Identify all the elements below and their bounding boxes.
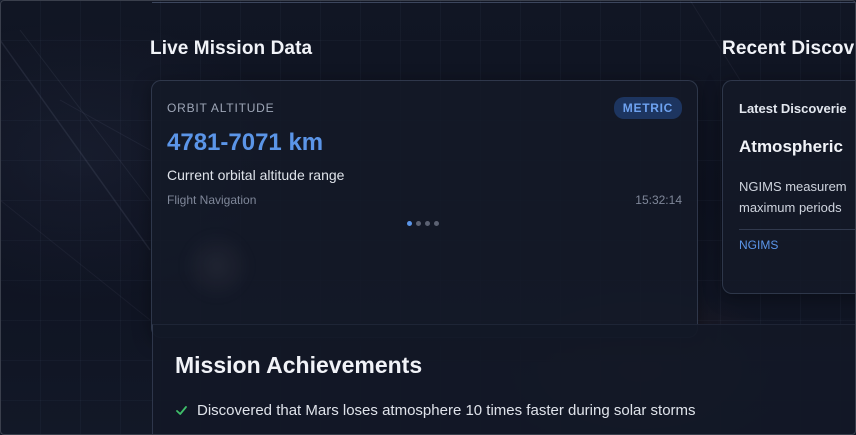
achievements-title: Mission Achievements [175,352,423,378]
carousel-dot[interactable] [425,221,430,226]
mission-achievements-panel: Mission Achievements Discovered that Mar… [152,324,856,435]
latest-discovery-card[interactable]: Latest Discoverie Atmospheric NGIMS meas… [722,80,856,294]
metric-timestamp: 15:32:14 [635,193,682,207]
metric-source: Flight Navigation [167,193,257,207]
check-icon [176,406,187,415]
carousel-dot[interactable] [434,221,439,226]
carousel-dot[interactable] [407,221,412,226]
discovery-heading: Atmospheric [739,137,843,156]
achievement-item: Discovered that Mars loses atmosphere 10… [175,402,696,419]
top-divider [152,2,856,3]
metric-description: Current orbital altitude range [167,167,345,183]
achievement-text: Discovered that Mars loses atmosphere 10… [197,402,696,419]
metric-label: ORBIT ALTITUDE [167,101,275,115]
carousel-indicator [407,221,439,226]
discovery-label: Latest Discoverie [739,101,847,116]
carousel-dot[interactable] [416,221,421,226]
blurred-background-image [182,231,252,301]
metric-value: 4781-7071 km [167,129,324,156]
discovery-text: NGIMS measurem maximum periods [739,176,847,218]
live-mission-data-title: Live Mission Data [150,38,313,59]
discovery-divider [739,229,856,230]
discovery-text-line: NGIMS measurem [739,179,847,194]
orbit-altitude-card[interactable]: ORBIT ALTITUDE METRIC 4781-7071 km Curre… [151,80,698,338]
metric-badge: METRIC [613,97,682,119]
discovery-instrument-tag[interactable]: NGIMS [739,238,778,252]
discovery-text-line: maximum periods [739,200,842,215]
recent-discoveries-title: Recent Discove [722,38,856,59]
